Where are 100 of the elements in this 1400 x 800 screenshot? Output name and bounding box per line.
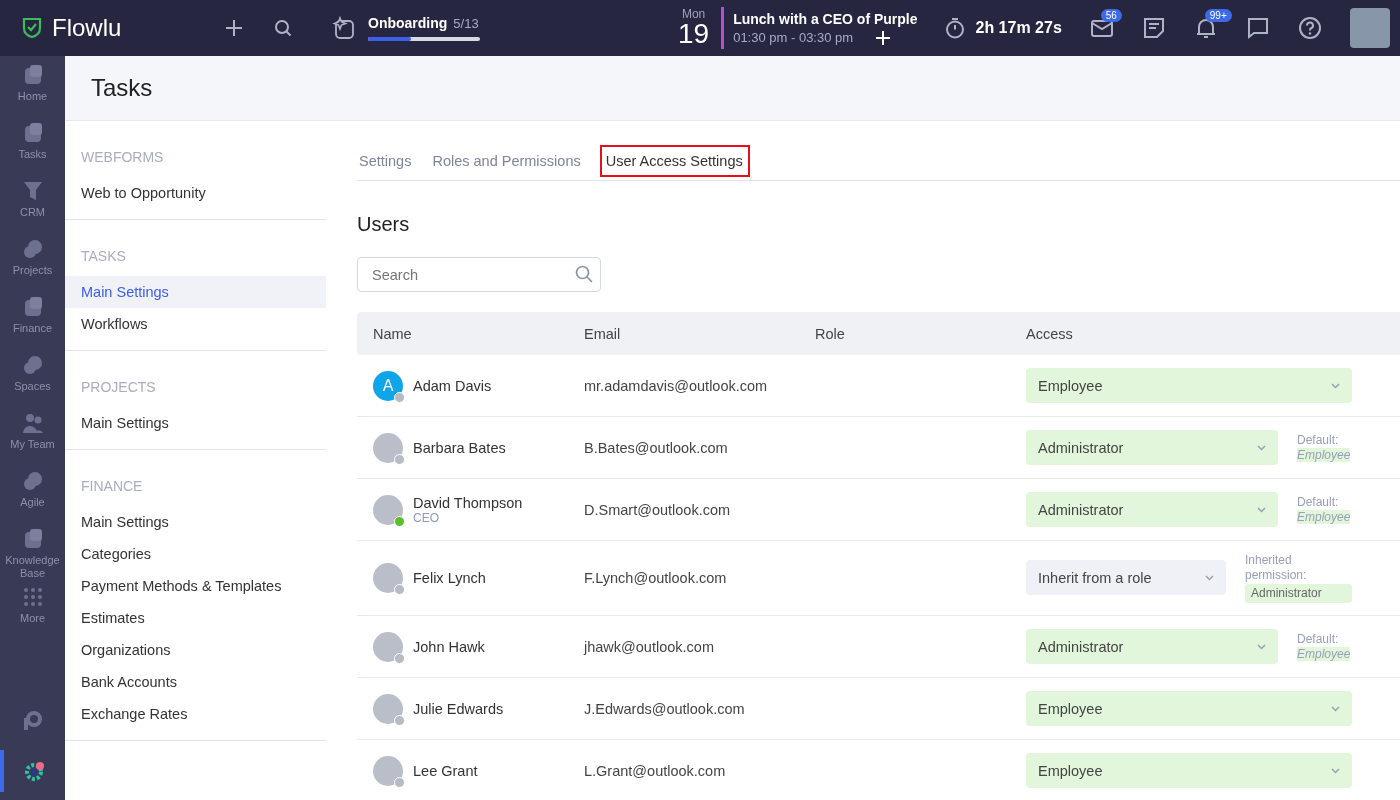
- note-icon[interactable]: [1141, 16, 1166, 40]
- module-icon: [21, 354, 44, 376]
- event-title[interactable]: Lunch with a CEO of Purple: [733, 10, 918, 27]
- note-label: Default:: [1297, 495, 1340, 510]
- initial-avatar: A: [373, 370, 403, 401]
- user-name[interactable]: Adam Davis: [413, 377, 492, 394]
- timer-reading[interactable]: 2h 17m 27s: [975, 19, 1062, 37]
- chevron-down-icon: [1257, 643, 1266, 650]
- module-icon: [21, 470, 44, 492]
- chevron-down-icon: [1257, 506, 1266, 513]
- module-icon: [21, 412, 44, 434]
- access-dropdown[interactable]: Employee: [1026, 368, 1352, 403]
- user-email: jhawk@outlook.com: [584, 638, 714, 655]
- day-number: 19: [678, 20, 710, 48]
- settings-nav-item[interactable]: Main Settings: [65, 407, 326, 439]
- default-access: Employee: [1297, 646, 1351, 661]
- plus-icon[interactable]: [224, 18, 244, 38]
- module-icon: [21, 238, 44, 260]
- settings-nav-item[interactable]: Web to Opportunity: [65, 177, 326, 209]
- search-icon[interactable]: [274, 19, 292, 37]
- module-item[interactable]: Tasks: [0, 122, 65, 180]
- section-heading: WEBFORMS: [80, 148, 165, 167]
- access-dropdown[interactable]: Administrator: [1026, 629, 1278, 664]
- section-heading: FINANCE: [80, 477, 144, 496]
- settings-nav-item[interactable]: Payment Methods & Templates: [65, 570, 326, 602]
- gear-icon: [23, 760, 46, 782]
- user-email: J.Edwards@outlook.com: [584, 700, 745, 717]
- brand-icon: [21, 710, 44, 732]
- default-access: Employee: [1297, 447, 1351, 462]
- column-header[interactable]: Role: [815, 325, 1026, 342]
- settings-nav-item[interactable]: Main Settings: [65, 276, 326, 308]
- chevron-down-icon: [1257, 444, 1266, 451]
- section-title: Users: [357, 213, 411, 236]
- module-item[interactable]: CRM: [0, 180, 65, 238]
- search-field[interactable]: Search: [357, 257, 601, 292]
- settings-nav-item[interactable]: Estimates: [65, 602, 326, 634]
- column-header[interactable]: Name: [373, 325, 584, 342]
- unread-count-badge: 56: [1100, 9, 1122, 22]
- chevron-down-icon: [1331, 767, 1340, 774]
- sparkle-icon[interactable]: [332, 16, 356, 40]
- user-position: CEO: [413, 510, 440, 525]
- module-item[interactable]: Finance: [0, 296, 65, 354]
- user-name[interactable]: Felix Lynch: [413, 570, 486, 586]
- grid-icon: [21, 586, 44, 608]
- column-header[interactable]: Email: [584, 325, 815, 342]
- user-email: F.Lynch@outlook.com: [584, 570, 727, 586]
- weekday: Mon: [681, 8, 706, 20]
- module-item[interactable]: Spaces: [0, 354, 65, 412]
- module-item[interactable]: Home: [0, 64, 65, 122]
- module-item[interactable]: Knowledge Base: [0, 528, 65, 586]
- access-dropdown[interactable]: Administrator: [1026, 492, 1278, 527]
- user-email: L.Grant@outlook.com: [584, 762, 726, 779]
- notification-count-badge: 99+: [1204, 9, 1232, 22]
- access-dropdown[interactable]: Administrator: [1026, 430, 1278, 465]
- user-name[interactable]: Julie Edwards: [413, 700, 504, 717]
- settings-nav-item[interactable]: Organizations: [65, 634, 326, 666]
- chevron-down-icon: [1331, 705, 1340, 712]
- module-item[interactable]: Projects: [0, 238, 65, 296]
- onboarding-title[interactable]: Onboarding: [368, 15, 448, 31]
- module-item[interactable]: My Team: [0, 412, 65, 470]
- note-label: Default:: [1297, 632, 1340, 647]
- module-item[interactable]: Agile: [0, 470, 65, 528]
- help-icon[interactable]: [1297, 16, 1322, 40]
- event-time: 01:30 pm - 03:30 pm: [733, 30, 854, 45]
- chevron-down-icon: [1331, 382, 1340, 389]
- access-dropdown[interactable]: Inherit from a role: [1026, 560, 1226, 596]
- note-label: Inherited permission:: [1245, 553, 1308, 583]
- settings-nav-item[interactable]: Categories: [65, 538, 326, 570]
- tab[interactable]: Settings: [357, 144, 419, 177]
- access-dropdown[interactable]: Employee: [1026, 753, 1352, 788]
- column-header[interactable]: Access: [1026, 325, 1400, 342]
- user-avatar-photo[interactable]: [1349, 8, 1390, 48]
- chat-icon[interactable]: [1245, 16, 1270, 40]
- page-title: Tasks: [91, 74, 153, 102]
- user-name[interactable]: Barbara Bates: [413, 439, 506, 456]
- settings-nav-item[interactable]: Bank Accounts: [65, 666, 326, 698]
- user-name[interactable]: Lee Grant: [413, 762, 478, 779]
- user-email: B.Bates@outlook.com: [584, 439, 728, 456]
- section-heading: TASKS: [80, 247, 127, 266]
- shield-check-icon: [20, 16, 44, 40]
- user-email: mr.adamdavis@outlook.com: [584, 377, 768, 394]
- user-name[interactable]: John Hawk: [413, 638, 485, 655]
- default-access: Employee: [1297, 509, 1351, 524]
- inherited-access-tag: Administrator: [1245, 584, 1352, 603]
- note-label: Default:: [1297, 433, 1340, 448]
- app-logo[interactable]: Flowlu: [52, 14, 122, 42]
- tab[interactable]: User Access Settings: [599, 144, 750, 177]
- module-icon: [21, 180, 44, 202]
- settings-nav-item[interactable]: Exchange Rates: [65, 698, 326, 730]
- stopwatch-icon[interactable]: [943, 17, 966, 39]
- settings-nav-item[interactable]: Workflows: [65, 308, 326, 340]
- tab[interactable]: Roles and Permissions: [430, 144, 588, 177]
- user-name[interactable]: David Thompson: [413, 494, 523, 511]
- access-dropdown[interactable]: Employee: [1026, 691, 1352, 726]
- user-email: D.Smart@outlook.com: [584, 501, 731, 518]
- section-heading: PROJECTS: [80, 378, 157, 397]
- onboarding-count: 5/13: [453, 16, 479, 31]
- module-item[interactable]: More: [0, 586, 65, 644]
- settings-nav-item[interactable]: Main Settings: [65, 506, 326, 538]
- chevron-down-icon: [1205, 575, 1214, 581]
